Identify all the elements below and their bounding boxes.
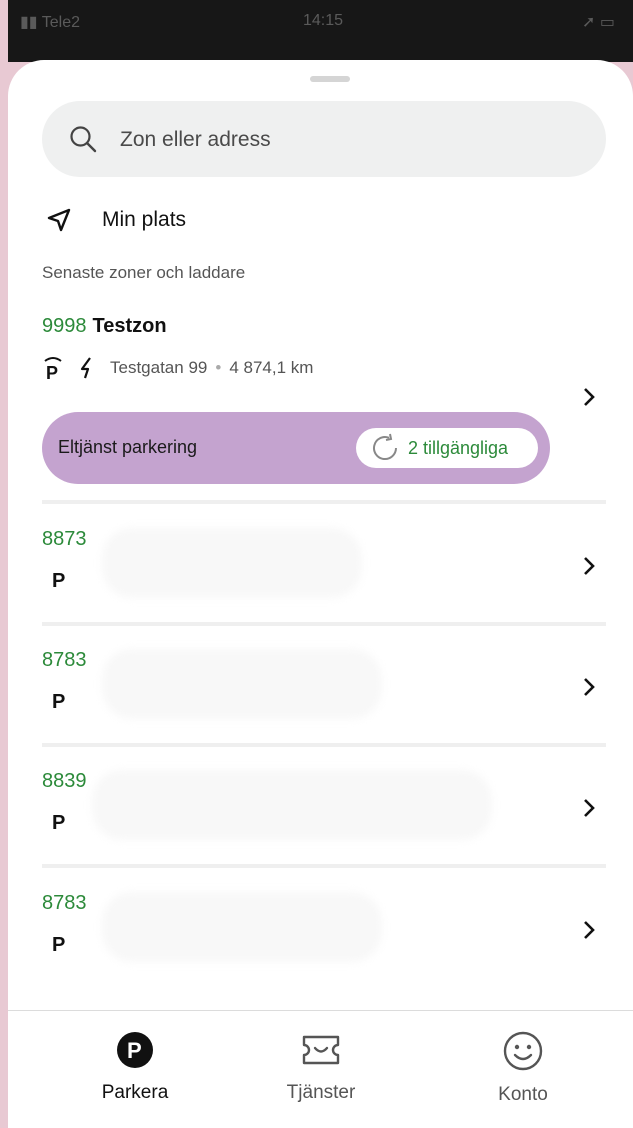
zone-number: 9998 [42, 315, 87, 337]
my-location-label: Min plats [102, 208, 187, 231]
divider [42, 622, 606, 626]
parking-icon: P [117, 1032, 153, 1068]
zone-meta: P Testgatan 99 • 4 874,1 km [42, 355, 313, 381]
zone-title: 9998 Testzon [42, 315, 606, 338]
parking-icon: P [52, 691, 66, 713]
zone-number: 8839 [42, 770, 87, 792]
tab-label: Tjänster [286, 1082, 356, 1103]
tab-konto[interactable]: Konto [458, 1031, 588, 1106]
divider [42, 864, 606, 868]
signal-icon: ▮▮ [20, 14, 38, 31]
zone-address: Testgatan 99 [110, 358, 208, 377]
smiley-icon [503, 1031, 543, 1071]
zone-number: 8873 [42, 528, 87, 550]
my-location-button[interactable]: Min plats [42, 200, 342, 240]
chevron-right-icon [584, 388, 595, 406]
svg-text:P: P [46, 363, 58, 381]
tab-label: Parkera [101, 1082, 169, 1103]
zone-item[interactable]: 8839 P [42, 770, 606, 860]
zone-number: 8783 [42, 892, 87, 914]
svg-text:P: P [127, 1038, 142, 1063]
redacted-area [102, 649, 382, 719]
meta-separator: • [215, 358, 222, 377]
divider [42, 500, 606, 504]
tab-label: Konto [498, 1084, 548, 1105]
zone-name: Testzon [92, 315, 167, 337]
zone-item[interactable]: 8873 P [42, 528, 606, 618]
recent-section-title: Senaste zoner och laddare [42, 263, 246, 282]
chevron-right-icon [584, 557, 595, 575]
search-icon [70, 126, 97, 153]
zone-item[interactable]: 8783 P [42, 649, 606, 739]
battery-icon: ➚ ▭ [582, 14, 615, 31]
search-bar[interactable] [42, 101, 606, 177]
clock: 14:15 [303, 12, 344, 29]
divider [42, 743, 606, 747]
zone-item[interactable]: 8783 P [42, 892, 606, 982]
redacted-area [92, 770, 492, 840]
parking-covered-icon: P [44, 357, 62, 381]
availability-count: 2 tillgängliga [408, 437, 509, 458]
tab-bar: P Parkera Tjänster Konto [8, 1010, 633, 1128]
redacted-area [102, 892, 382, 962]
zone-number: 8783 [42, 649, 87, 671]
location-arrow-icon [47, 208, 71, 232]
search-input[interactable] [118, 119, 582, 161]
ticket-icon [302, 1035, 340, 1065]
service-availability-pill[interactable]: Eltjänst parkering 2 tillgängliga [42, 412, 550, 484]
chevron-right-icon [584, 799, 595, 817]
availability-badge: 2 tillgängliga [356, 428, 538, 468]
charging-icon [80, 357, 91, 379]
parking-icon: P [52, 934, 66, 956]
parking-icon: P [52, 570, 66, 592]
search-sheet: Min plats Senaste zoner och laddare 9998… [8, 60, 633, 1127]
chevron-right-icon [584, 921, 595, 939]
zone-distance: 4 874,1 km [229, 358, 314, 377]
carrier-label: ▮▮ Tele2 [20, 14, 81, 31]
tab-parkera[interactable]: P Parkera [70, 1031, 200, 1104]
tab-tjanster[interactable]: Tjänster [256, 1031, 386, 1104]
sheet-grabber[interactable] [310, 76, 350, 82]
parking-icon: P [52, 812, 66, 834]
redacted-area [102, 528, 362, 598]
status-bar: ▮▮ Tele2 14:15 ➚ ▭ [8, 0, 633, 62]
chevron-right-icon [584, 678, 595, 696]
zone-item-featured[interactable]: 9998 Testzon P Testgatan 99 • 4 874,1 km [42, 315, 606, 406]
service-label: Eltjänst parkering [58, 437, 198, 457]
refresh-icon [373, 433, 398, 460]
